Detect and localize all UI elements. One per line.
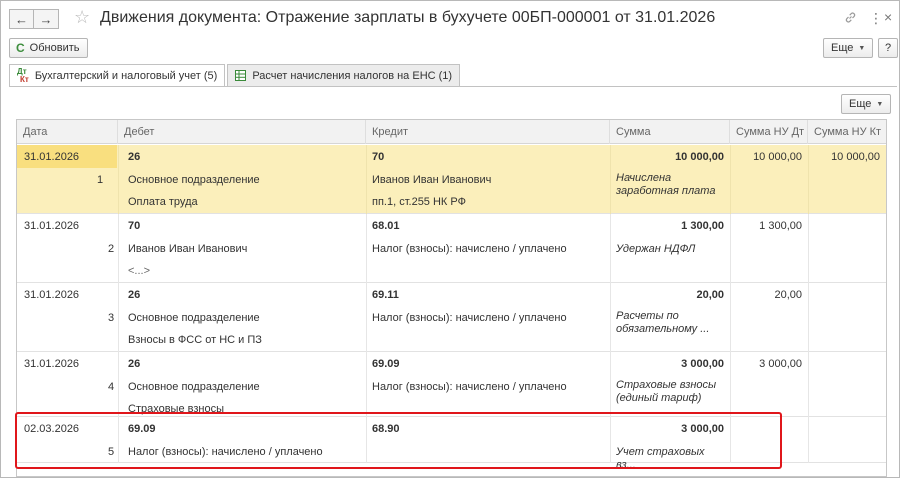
cell-content: Страховые взносы (единый тариф) [616,379,717,404]
cell-credit-subconto-1: Налог (взносы): начислено / уплачено [372,381,567,393]
cell-sum-nu-dt: 20,00 [774,289,802,301]
tab-bar: Дт Кт Бухгалтерский и налоговый учет (5) … [9,64,462,87]
nav-buttons: ← → [9,9,59,29]
more-button[interactable]: Еще ▼ [823,38,874,58]
cell-date: 31.01.2026 [24,151,80,163]
column-header-sum-nu-kt[interactable]: Сумма НУ Кт [808,120,886,144]
tab-ens-taxes[interactable]: Расчет начисления налогов на ЕНС (1) [227,64,461,86]
chevron-down-icon: ▼ [858,44,866,52]
cell-sum: 1 300,00 [681,220,724,232]
cell-content: Удержан НДФЛ [616,243,696,255]
column-header-credit[interactable]: Кредит [366,120,610,144]
more-label: Еще [849,98,872,110]
cell-sum-nu-dt: 3 000,00 [759,358,802,370]
cell-number: 4 [108,381,115,393]
cell-credit-account: 69.11 [372,289,399,301]
refresh-label: Обновить [29,42,80,54]
cell-debit-subconto-2: Оплата труда [128,196,198,208]
page-title: Движения документа: Отражение зарплаты в… [100,9,716,26]
arrow-right-icon: → [39,11,53,27]
tab-label: Расчет начисления налогов на ЕНС (1) [252,69,453,82]
back-button[interactable]: ← [9,9,34,29]
column-header-date[interactable]: Дата [17,120,118,144]
cell-debit-subconto-1: Иванов Иван Иванович [128,243,248,255]
cell-number: 3 [108,312,115,324]
cell-credit-account: 68.01 [372,220,400,232]
cell-debit-subconto-2: <...> [128,265,151,277]
tab-accounting-tax[interactable]: Дт Кт Бухгалтерский и налоговый учет (5) [9,64,226,87]
forward-button[interactable]: → [34,9,59,29]
cell-debit-subconto-1: Основное подразделение [128,312,260,324]
table-header: Дата Дебет Кредит Сумма Сумма НУ Дт Сумм… [17,120,886,144]
cell-debit-account: 26 [128,358,141,370]
cell-date: 31.01.2026 [24,220,80,232]
table-row[interactable]: 31.01.2026 1 26 Основное подразделение О… [17,145,886,214]
table-row[interactable]: 31.01.2026 2 70 Иванов Иван Иванович <..… [17,214,886,283]
table-icon [235,70,247,81]
cell-credit-account: 70 [372,151,385,163]
column-header-sum[interactable]: Сумма [610,120,730,144]
panel-more-button[interactable]: Еще ▼ [841,94,892,114]
title-bar: ← → ☆ Движения документа: Отражение зарп… [1,1,899,35]
cell-sum-nu-dt: 10 000,00 [753,151,802,163]
cell-date: 31.01.2026 [24,358,80,370]
cell-credit-subconto-1: Налог (взносы): начислено / уплачено [372,312,567,324]
more-vertical-icon[interactable]: ⋮ [869,10,883,27]
close-icon[interactable]: × [884,9,892,25]
cell-date: 31.01.2026 [24,289,80,301]
cell-debit-subconto-1: Основное подразделение [128,381,260,393]
cell-debit-subconto-2: Взносы в ФСС от НС и ПЗ [128,334,262,346]
cell-debit-account: 26 [128,151,141,163]
highlight-frame [15,412,782,469]
table-row[interactable]: 31.01.2026 3 26 Основное подразделение В… [17,283,886,352]
cell-credit-subconto-2: пп.1, ст.255 НК РФ [372,196,466,208]
help-button[interactable]: ? [878,38,898,58]
cell-sum: 20,00 [696,289,724,301]
chain-link-icon [845,12,856,23]
refresh-button[interactable]: C Обновить [9,38,88,58]
cell-sum: 10 000,00 [675,151,724,163]
tab-label: Бухгалтерский и налоговый учет (5) [34,70,218,82]
cell-credit-subconto-1: Налог (взносы): начислено / уплачено [372,243,567,255]
cell-debit-account: 70 [128,220,141,232]
chevron-down-icon: ▼ [876,100,884,108]
cell-debit-account: 26 [128,289,141,301]
column-header-debit[interactable]: Дебет [118,120,366,144]
refresh-icon: C [16,41,25,55]
tab-divider [9,86,897,87]
cell-sum-nu-dt: 1 300,00 [759,220,802,232]
table-row[interactable]: 31.01.2026 4 26 Основное подразделение С… [17,352,886,417]
cell-debit-subconto-1: Основное подразделение [128,174,260,186]
cell-sum-nu-kt: 10 000,00 [831,151,880,163]
column-header-sum-nu-dt[interactable]: Сумма НУ Дт [730,120,808,144]
dt-kt-icon: Дт Кт [17,67,29,84]
cell-sum: 3 000,00 [681,358,724,370]
more-label: Еще [831,42,854,54]
cell-content: Расчеты по обязательному ... [616,310,710,335]
document-movements-window: ← → ☆ Движения документа: Отражение зарп… [0,0,900,478]
cell-credit-subconto-1: Иванов Иван Иванович [372,174,492,186]
cell-credit-account: 69.09 [372,358,400,370]
arrow-left-icon: ← [15,11,28,27]
cell-content: Начислена заработная плата [616,172,716,197]
link-icon[interactable] [844,11,857,27]
cell-number: 2 [108,243,115,255]
cell-number: 1 [97,174,104,186]
star-icon[interactable]: ☆ [74,7,90,28]
